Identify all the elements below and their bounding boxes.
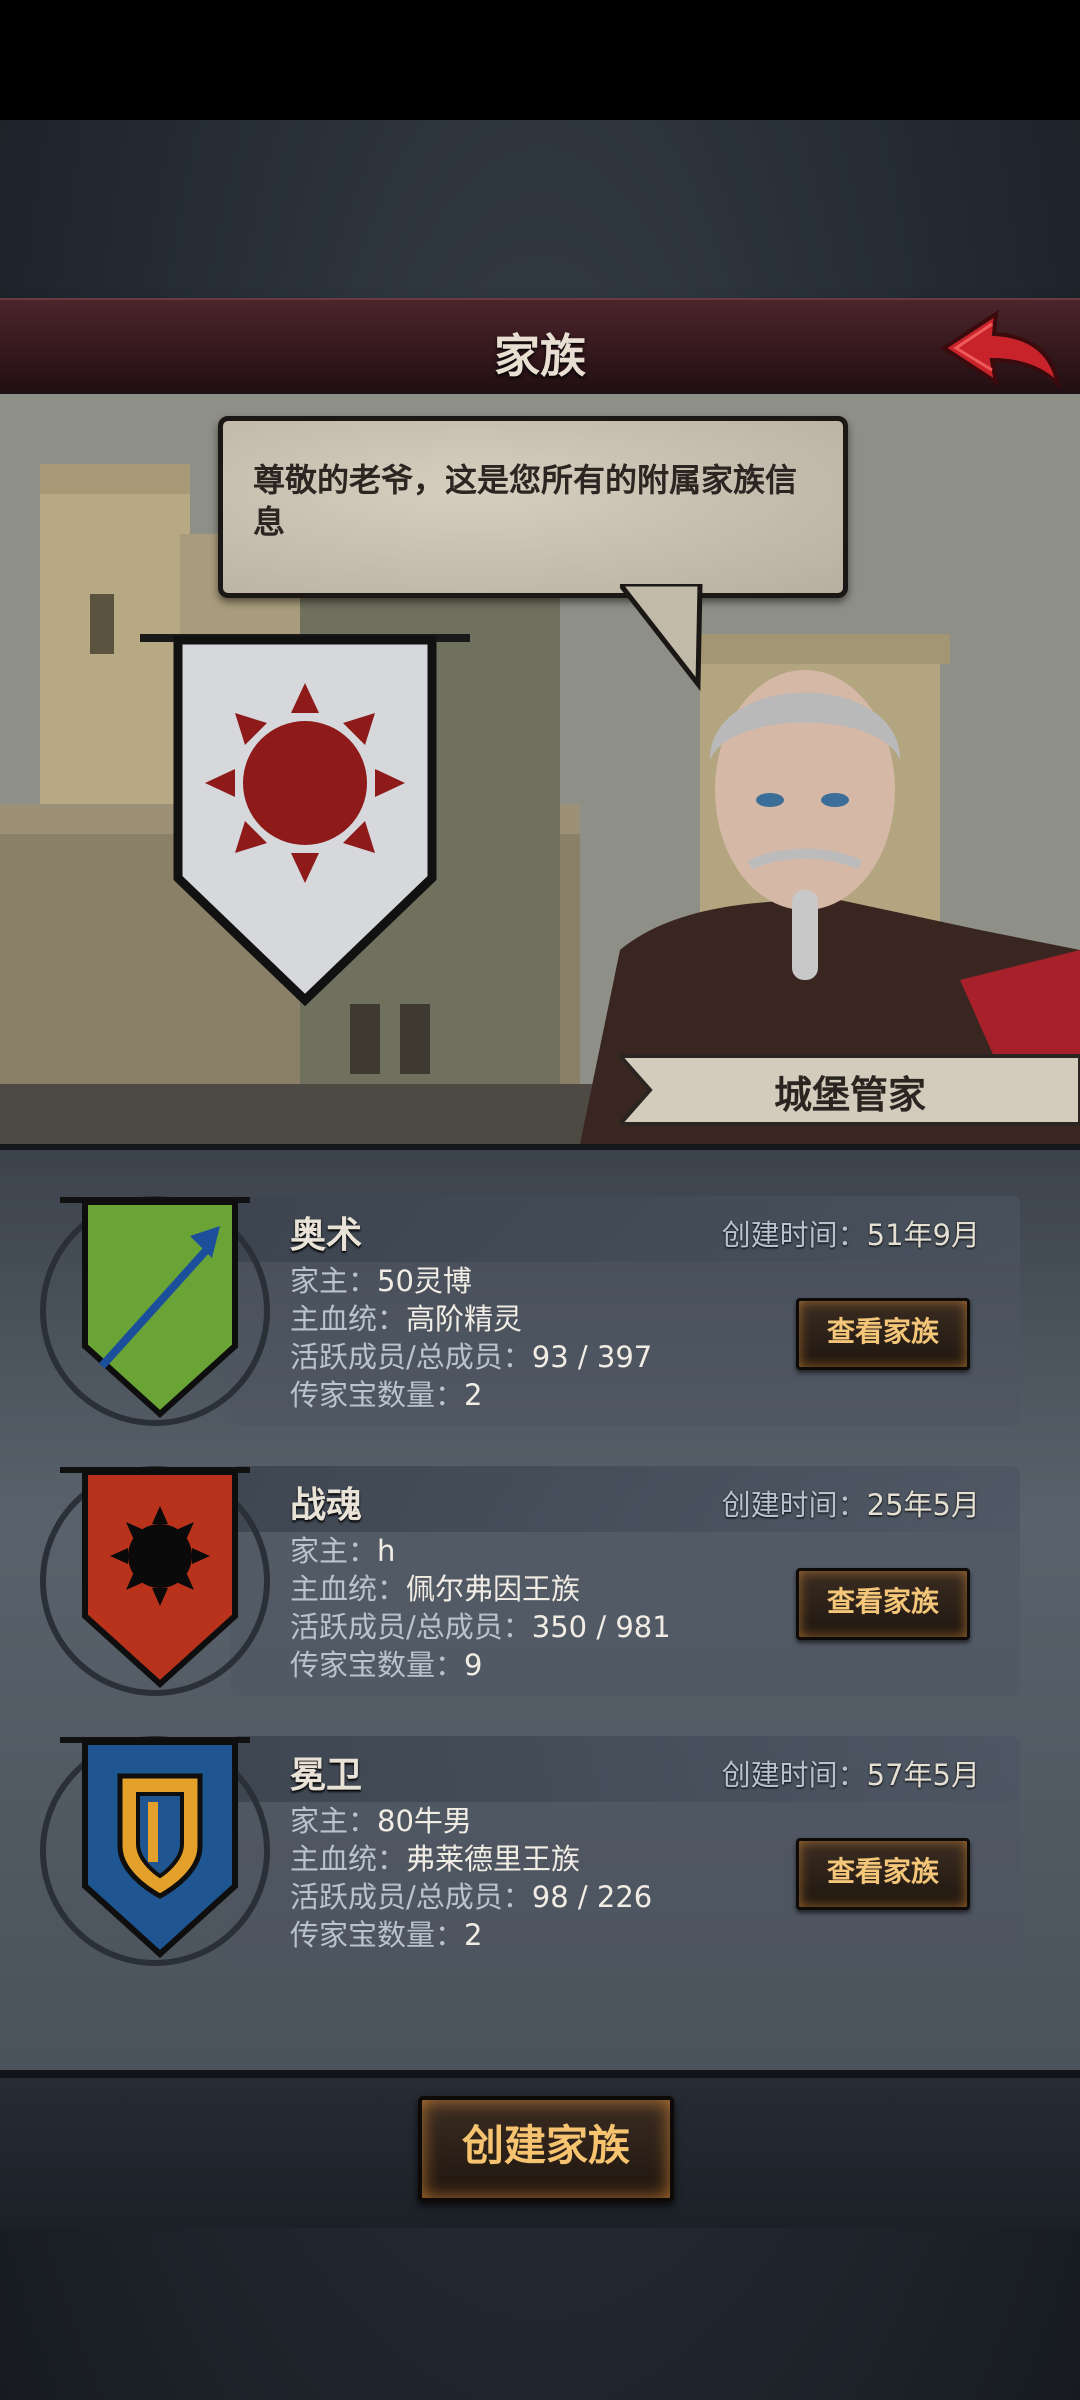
family-name: 战魂 <box>290 1485 363 1526</box>
created-value: 57年5月 <box>866 1758 980 1792</box>
spear-banner-icon <box>40 1196 270 1426</box>
family-info: 家主：h 主血统：佩尔弗因王族 活跃成员/总成员：350 / 981 传家宝数量… <box>290 1532 671 1684</box>
head-value: 50灵博 <box>377 1264 472 1298</box>
top-black-band <box>0 0 1080 120</box>
npc-nameplate: 城堡管家 <box>620 1050 1080 1130</box>
created-value: 25年5月 <box>866 1488 980 1522</box>
created-time: 创建时间：25年5月 <box>722 1482 980 1524</box>
bloodline-label: 主血统： <box>290 1302 407 1336</box>
bloodline-value: 佩尔弗因王族 <box>406 1572 581 1606</box>
heirlooms-label: 传家宝数量： <box>290 1648 465 1682</box>
head-value: 80牛男 <box>377 1804 472 1838</box>
members-label: 活跃成员/总成员： <box>290 1340 532 1374</box>
npc-name: 城堡管家 <box>773 1073 926 1117</box>
family-card: 战魂 创建时间：25年5月 家主：h 主血统：佩尔弗因王族 活跃成员/总成员：3… <box>40 1466 1020 1696</box>
family-info: 家主：80牛男 主血统：弗莱德里王族 活跃成员/总成员：98 / 226 传家宝… <box>290 1802 652 1954</box>
heirlooms-value: 2 <box>464 1378 483 1412</box>
family-name: 冕卫 <box>290 1755 363 1796</box>
head-value: h <box>377 1534 396 1568</box>
speech-text: 尊敬的老爷，这是您所有的附属家族信息 <box>253 461 798 541</box>
sun-crest-banner-icon <box>140 634 470 1007</box>
family-card: 奥术 创建时间：51年9月 家主：50灵博 主血统：高阶精灵 活跃成员/总成员：… <box>40 1196 1020 1426</box>
bloodline-label: 主血统： <box>290 1842 407 1876</box>
family-info: 家主：50灵博 主血统：高阶精灵 活跃成员/总成员：93 / 397 传家宝数量… <box>290 1262 652 1414</box>
created-label: 创建时间： <box>721 1488 867 1522</box>
head-label: 家主： <box>290 1804 378 1838</box>
heirlooms-label: 传家宝数量： <box>290 1378 465 1412</box>
created-label: 创建时间： <box>721 1218 867 1252</box>
head-label: 家主： <box>290 1264 378 1298</box>
bloodline-value: 弗莱德里王族 <box>406 1842 581 1876</box>
created-time: 创建时间：51年9月 <box>722 1212 980 1254</box>
speech-bubble: 尊敬的老爷，这是您所有的附属家族信息 <box>218 416 848 598</box>
family-name: 奥术 <box>290 1215 363 1256</box>
members-label: 活跃成员/总成员： <box>290 1880 532 1914</box>
members-value: 98 / 226 <box>531 1880 653 1914</box>
members-label: 活跃成员/总成员： <box>290 1610 532 1644</box>
header-bar: 家族 <box>0 298 1080 400</box>
back-arrow-icon[interactable] <box>936 308 1066 390</box>
create-family-button[interactable]: 创建家族 <box>418 2096 674 2202</box>
shield-banner-icon <box>40 1736 270 1966</box>
bloodline-value: 高阶精灵 <box>406 1302 523 1336</box>
view-family-button[interactable]: 查看家族 <box>796 1838 970 1910</box>
head-label: 家主： <box>290 1534 378 1568</box>
sun-banner-icon <box>40 1466 270 1696</box>
heirlooms-label: 传家宝数量： <box>290 1918 465 1952</box>
view-family-button[interactable]: 查看家族 <box>796 1298 970 1370</box>
heirlooms-value: 2 <box>464 1918 483 1952</box>
created-time: 创建时间：57年5月 <box>722 1752 980 1794</box>
family-card: 冕卫 创建时间：57年5月 家主：80牛男 主血统：弗莱德里王族 活跃成员/总成… <box>40 1736 1020 1966</box>
created-value: 51年9月 <box>866 1218 980 1252</box>
view-family-button[interactable]: 查看家族 <box>796 1568 970 1640</box>
members-value: 350 / 981 <box>531 1610 671 1644</box>
heirlooms-value: 9 <box>464 1648 483 1682</box>
members-value: 93 / 397 <box>531 1340 653 1374</box>
bloodline-label: 主血统： <box>290 1572 407 1606</box>
page-title: 家族 <box>494 329 586 383</box>
created-label: 创建时间： <box>721 1758 867 1792</box>
